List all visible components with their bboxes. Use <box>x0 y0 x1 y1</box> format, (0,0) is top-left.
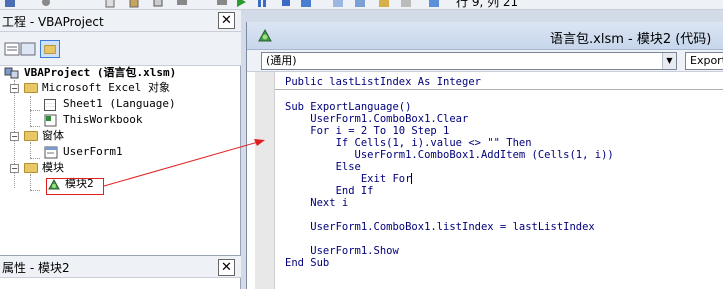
annotation-arrow <box>103 139 265 187</box>
